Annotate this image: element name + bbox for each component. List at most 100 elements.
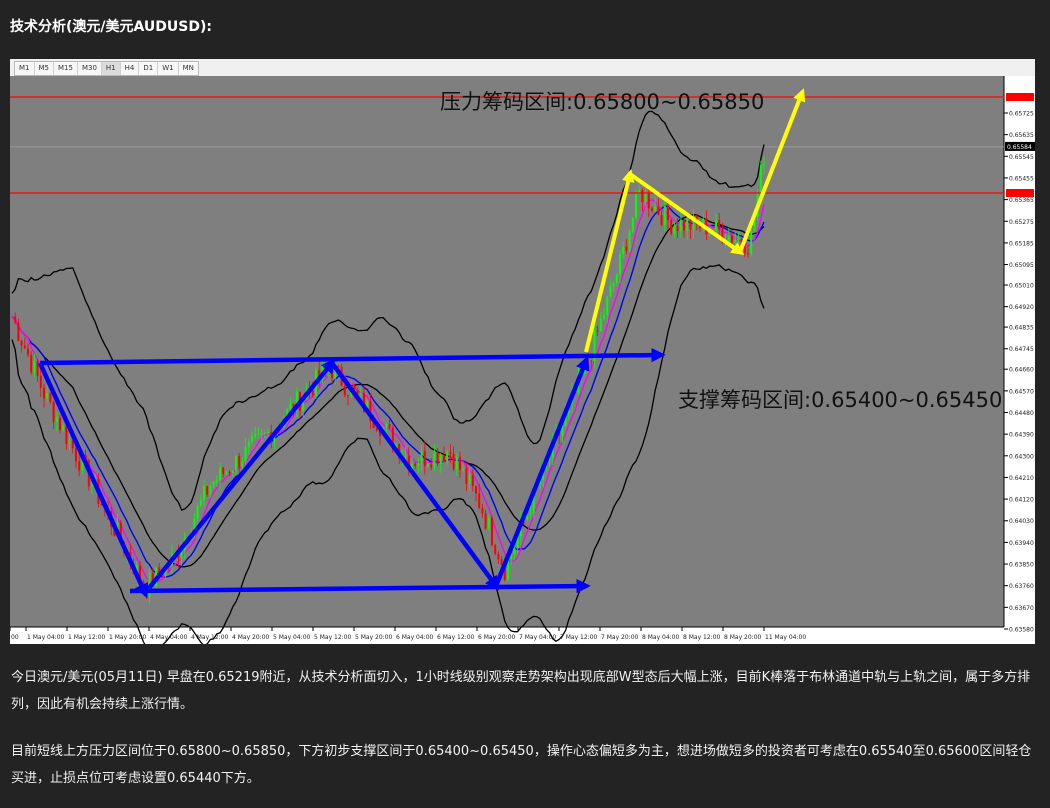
candle-body: [257, 433, 260, 435]
candle-body: [763, 163, 765, 166]
tf-button-mn[interactable]: MN: [179, 62, 198, 75]
price-tick-label: 0.64570: [1009, 388, 1034, 395]
candle-body: [222, 467, 225, 475]
candle-body: [75, 447, 77, 462]
candle-body: [14, 316, 17, 323]
analysis-paragraph-2: 目前短线上方压力区间位于0.65800~0.65850，下方初步支撑区间于0.6…: [11, 744, 1032, 786]
time-tick-label: 4 May 20:00: [232, 634, 270, 641]
analysis-paragraph-1: 今日澳元/美元(05月11日) 早盘在0.65219附近，从技术分析面切入，1小…: [11, 670, 1031, 712]
price-tick-label: 0.63670: [1009, 605, 1034, 612]
candle-body: [587, 359, 589, 361]
price-tick-label: 0.64210: [1009, 475, 1034, 482]
tf-button-m1[interactable]: M1: [15, 62, 35, 75]
candle-body: [68, 440, 71, 444]
price-tick-label: 0.65275: [1009, 219, 1034, 226]
tf-button-h4[interactable]: H4: [121, 62, 140, 75]
candle-body: [209, 485, 212, 495]
price-tick-label: 0.65095: [1009, 262, 1034, 269]
candle-body: [78, 461, 81, 471]
price-tick-label: 0.64030: [1009, 518, 1034, 525]
support-label: 支撑筹码区间:0.65400~0.65450: [678, 388, 1002, 412]
candle-body: [55, 417, 58, 422]
candle-body: [219, 467, 221, 481]
candle-body: [529, 513, 532, 515]
candle-body: [244, 446, 247, 462]
time-tick-label: 7 May 12:00: [560, 634, 598, 641]
candle-body: [663, 205, 666, 226]
candle-body: [676, 225, 679, 231]
time-tick-label: 6 May 20:00: [478, 634, 516, 641]
timeframe-button-group: M1 M5 M15 M30 H1 H4 D1 W1 MN: [14, 61, 199, 76]
candle-body: [497, 553, 500, 560]
candle-body: [39, 375, 42, 388]
tf-button-h1[interactable]: H1: [101, 62, 121, 75]
candle-body: [651, 208, 653, 211]
timeframe-toolbar: M1 M5 M15 M30 H1 H4 D1 W1 MN: [10, 59, 1035, 77]
candle-body: [606, 296, 609, 316]
candle-body: [228, 471, 231, 474]
candle-body: [337, 365, 340, 367]
time-tick-label: 1 May 12:00: [68, 634, 106, 641]
chart-window[interactable]: M1 M5 M15 M30 H1 H4 D1 W1 MN 0.65725 0.65635 0.655…: [10, 59, 1035, 644]
candle-body: [385, 424, 388, 428]
candle-body: [417, 463, 420, 466]
candle-body: [436, 451, 439, 464]
candle-body: [199, 500, 202, 506]
price-tick-label: 0.64835: [1009, 325, 1034, 332]
candle-body: [59, 417, 61, 431]
candle-body: [660, 214, 663, 226]
tf-button-w1[interactable]: W1: [158, 62, 179, 75]
time-tick-label: 11 May 04:00: [765, 634, 806, 641]
candle-body: [750, 230, 753, 254]
candle-body: [734, 240, 737, 243]
candle-body: [443, 455, 445, 462]
time-tick-label: 7 May 20:00: [601, 634, 639, 641]
price-tick-label: 0.64300: [1009, 453, 1034, 460]
candle-body: [603, 315, 605, 319]
candle-body: [23, 345, 26, 349]
candle-body: [238, 455, 241, 468]
candle-body: [289, 403, 292, 409]
price-tick-label: 0.64480: [1009, 410, 1034, 417]
price-tick-label: 0.65725: [1009, 111, 1034, 118]
candle-body: [731, 235, 733, 243]
candle-body: [452, 453, 455, 470]
time-tick-label: 8 May 20:00: [724, 634, 762, 641]
candle-body: [590, 360, 593, 362]
resistance-upper-badge: [1006, 93, 1034, 101]
candle-body: [622, 246, 625, 255]
candle-body: [737, 238, 740, 241]
candle-body: [491, 517, 493, 546]
candle-body: [471, 475, 474, 486]
price-axis-panel: [1004, 76, 1035, 644]
candle-body: [465, 468, 468, 484]
candle-body: [423, 450, 426, 466]
candle-body: [388, 424, 391, 428]
price-tick-label: 0.65185: [1009, 240, 1034, 247]
tf-button-d1[interactable]: D1: [139, 62, 159, 75]
price-tick-label: 0.64920: [1009, 304, 1034, 311]
candle-body: [625, 246, 628, 252]
candle-body: [644, 192, 647, 203]
candle-body: [347, 395, 349, 397]
tf-button-m5[interactable]: M5: [35, 62, 54, 75]
candle-body: [260, 433, 263, 435]
tf-button-m15[interactable]: M15: [54, 62, 78, 75]
candle-body: [667, 205, 669, 221]
candle-body: [427, 464, 429, 466]
time-tick-label: 6 May 12:00: [437, 634, 475, 641]
candle-body: [49, 393, 52, 402]
candle-body: [670, 220, 673, 234]
candle-body: [30, 354, 33, 373]
candle-body: [679, 219, 682, 231]
candle-body: [596, 330, 599, 332]
candle-body: [494, 545, 497, 554]
candle-body: [359, 393, 362, 395]
candle-body: [462, 468, 465, 470]
tf-button-m30[interactable]: M30: [78, 62, 102, 75]
candle-body: [343, 385, 346, 396]
price-chart[interactable]: 0.65725 0.65635 0.65545 0.65455 0.65365 0.652…: [10, 76, 1035, 644]
price-tick-label: 0.63940: [1009, 540, 1034, 547]
candle-body: [215, 480, 218, 482]
candle-body: [331, 368, 333, 379]
